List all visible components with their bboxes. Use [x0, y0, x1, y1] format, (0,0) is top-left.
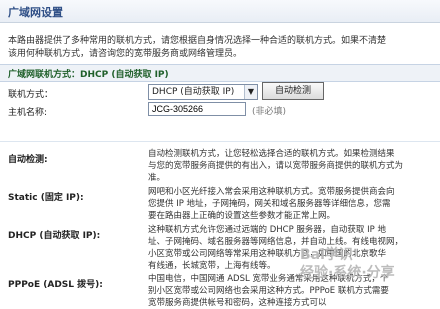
- hostname-input[interactable]: [148, 102, 246, 116]
- chevron-down-icon[interactable]: ▼: [244, 85, 257, 99]
- mode-label: 联机方式：: [8, 90, 54, 100]
- auto-detect-button[interactable]: 自动检测: [262, 82, 324, 100]
- auto-help-line-2: 与您的宽带服务商提供的有出入，请以宽带服务商提供的联机方式为: [148, 161, 404, 171]
- intro-line-1: 本路由器提供了多种常用的联机方式，请您根据自身情况选择一种合适的联机方式。如果不…: [8, 36, 387, 46]
- static-help-line-2: 您提供 IP 地址，子网掩码，网关和域名服务器等详细信息，您需: [148, 199, 391, 209]
- page-header: 广域网设置: [0, 0, 440, 23]
- hostname-hint: (非必填): [252, 107, 287, 117]
- auto-help-line-3: 准。: [148, 173, 166, 183]
- wan-mode-section: 广域网联机方式：DHCP (自动获取 IP): [0, 64, 440, 82]
- static-help-line-1: 网吧和小区光纤接入常会采用这种联机方式。宽带服务提供商会向: [148, 187, 395, 197]
- intro-text: 本路由器提供了多种常用的联机方式，请您根据自身情况选择一种合适的联机方式。如果不…: [8, 35, 428, 61]
- site-watermark: Bai学识 经验·系统·分享: [300, 246, 440, 306]
- static-help-line-3: 要在路由器上正确的设置这些参数才能正常上网。: [148, 211, 336, 221]
- static-help-text: 网吧和小区光纤接入常会采用这种联机方式。宽带服务提供商会向 您提供 IP 地址，…: [148, 186, 432, 222]
- auto-help-text: 自动检测联机方式，让您轻松选择合适的联机方式。如果检测结果 与您的宽带服务商提供…: [148, 148, 432, 184]
- mode-select[interactable]: DHCP (自动获取 IP) ▼: [148, 84, 258, 100]
- watermark-line-2: 经验·系统·分享: [300, 265, 395, 281]
- mode-selected-value: DHCP (自动获取 IP): [152, 87, 235, 97]
- static-help-title: Static (固定 IP):: [8, 193, 84, 203]
- wan-mode-title: 广域网联机方式：DHCP (自动获取 IP): [8, 70, 169, 80]
- pppoe-help-title: PPPoE (ADSL 拨号):: [8, 280, 103, 290]
- page-title: 广域网设置: [8, 6, 63, 19]
- dhcp-help-line-1: 这种联机方式允许您通过远端的 DHCP 服务器，自动获取 IP 地: [148, 225, 386, 235]
- hostname-label: 主机名称:: [8, 108, 48, 118]
- auto-help-title: 自动检测:: [8, 155, 48, 165]
- watermark-line-1: Bai学识: [300, 247, 353, 263]
- divider: [0, 141, 440, 142]
- intro-line-2: 该用何种联机方式，请咨询您的宽带服务商或网络管理员。: [8, 49, 243, 59]
- auto-help-line-1: 自动检测联机方式，让您轻松选择合适的联机方式。如果检测结果: [148, 149, 395, 159]
- dhcp-help-title: DHCP (自动获取 IP):: [8, 231, 101, 241]
